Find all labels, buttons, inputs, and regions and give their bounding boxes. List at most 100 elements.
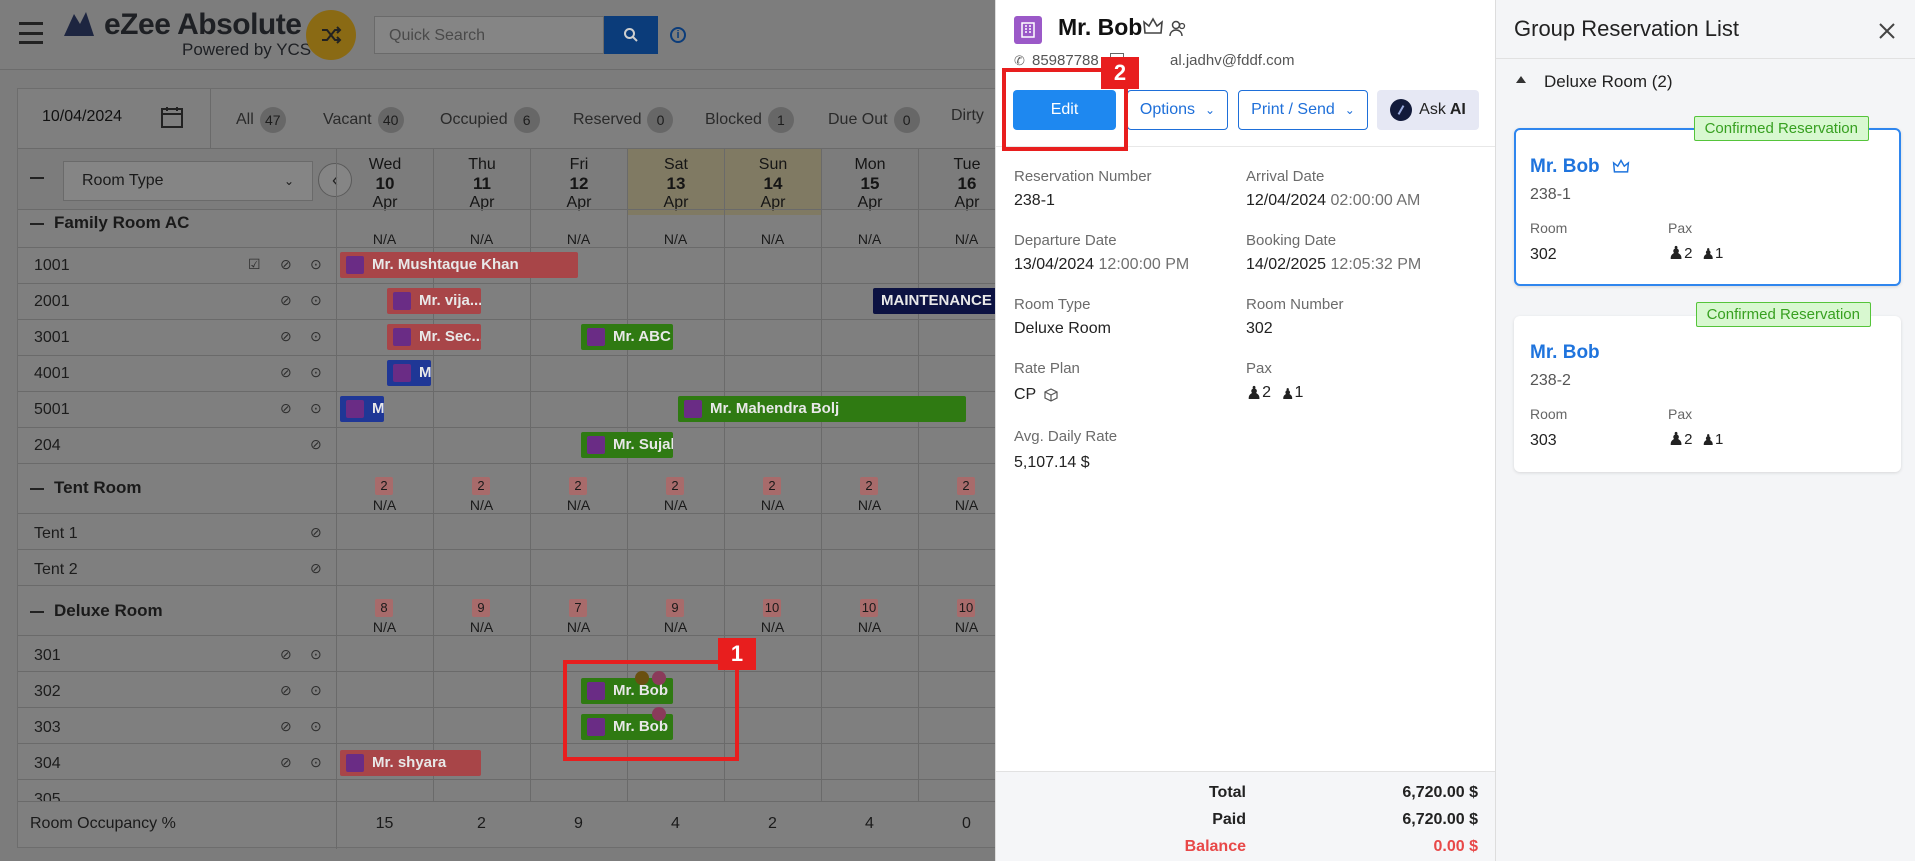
quick-search-input[interactable]: Quick Search [374, 16, 604, 54]
no-disturb-icon[interactable]: ⊘ [280, 718, 292, 735]
room-301[interactable]: 301 [34, 647, 61, 665]
date-display[interactable]: 10/04/2024 [42, 108, 122, 126]
booking-bar[interactable]: Mr. ABC [581, 324, 673, 350]
room-type-select[interactable]: Room Type ⌄ [63, 161, 313, 201]
booking-bar[interactable]: Mr. shyara [340, 750, 481, 776]
filter-due-out[interactable]: Due Out 0 [828, 107, 920, 133]
annotation-number-2: 2 [1101, 57, 1139, 89]
group-reservation-card[interactable]: Confirmed Reservation Mr. Bob 238-1 Room… [1514, 116, 1901, 286]
collapse-group-icon[interactable] [30, 488, 44, 490]
no-disturb-icon[interactable]: ⊘ [310, 560, 322, 577]
booking-bar[interactable]: Mr. Sec... [387, 324, 481, 350]
filter-all[interactable]: All 47 [236, 107, 286, 133]
housekeeping-icon[interactable]: ⊙ [310, 328, 322, 345]
filter-count: 0 [647, 107, 674, 133]
booking-bar[interactable]: Mr. Mahendra Bolj [678, 396, 966, 422]
room-305[interactable]: 305 [34, 791, 61, 801]
housekeeping-icon[interactable]: ⊙ [310, 292, 322, 309]
caret-up-icon[interactable] [1516, 76, 1526, 83]
booking-bar[interactable]: Mr. Mushtaque Khan [340, 252, 578, 278]
no-disturb-icon[interactable]: ⊘ [280, 682, 292, 699]
room-3001[interactable]: 3001 [34, 329, 70, 347]
checklist-icon[interactable]: ☑ [248, 256, 261, 273]
no-disturb-icon[interactable]: ⊘ [280, 754, 292, 771]
room-1001[interactable]: 1001 [34, 257, 70, 275]
search-icon[interactable] [604, 16, 658, 54]
maintenance-label: MAINTENANCE B [881, 292, 998, 309]
housekeeping-icon[interactable]: ⊙ [310, 718, 322, 735]
no-disturb-icon[interactable]: ⊘ [280, 646, 292, 663]
ai-icon [1390, 99, 1413, 121]
room-304[interactable]: 304 [34, 755, 61, 773]
filter-occupied[interactable]: Occupied 6 [440, 107, 540, 133]
card-guest-name[interactable]: Mr. Bob [1530, 156, 1600, 178]
availability-count: 10 [957, 599, 975, 617]
ask-label: Ask [1419, 101, 1446, 118]
room-303[interactable]: 303 [34, 719, 61, 737]
chevron-down-icon: ⌄ [1205, 103, 1216, 117]
availability-count: 2 [569, 477, 587, 495]
day-header: Sat 13 Apr [627, 149, 724, 215]
room-204[interactable]: 204 [34, 437, 61, 455]
filter-reserved[interactable]: Reserved 0 [573, 107, 674, 133]
adult-count: 2 [1262, 384, 1272, 401]
filter-blocked[interactable]: Blocked 1 [705, 107, 794, 133]
no-disturb-icon[interactable]: ⊘ [280, 328, 292, 345]
booking-bar[interactable]: M [387, 360, 431, 386]
reservation-number: 238-1 [1014, 192, 1055, 209]
calendar-icon[interactable] [160, 105, 184, 129]
filter-vacant[interactable]: Vacant 40 [323, 107, 404, 133]
no-disturb-icon[interactable]: ⊘ [280, 292, 292, 309]
filter-label: All [236, 111, 254, 128]
hamburger-menu-icon[interactable] [18, 22, 44, 44]
availability-na: N/A [760, 497, 785, 513]
housekeeping-icon[interactable]: ⊙ [310, 400, 322, 417]
room-302[interactable]: 302 [34, 683, 61, 701]
no-disturb-icon[interactable]: ⊘ [280, 400, 292, 417]
filter-count: 40 [377, 107, 404, 133]
collapse-group-icon[interactable] [30, 223, 44, 225]
maintenance-block[interactable]: MAINTENANCE B [873, 288, 998, 314]
rate-plan-label: Rate Plan [1014, 360, 1080, 377]
room-2001[interactable]: 2001 [34, 293, 70, 311]
room-number-label: Room Number [1246, 296, 1344, 313]
collapse-all-icon[interactable] [30, 177, 44, 179]
print-send-button[interactable]: Print / Send ⌄ [1238, 90, 1368, 130]
card-guest-name[interactable]: Mr. Bob [1530, 342, 1600, 364]
room-5001[interactable]: 5001 [34, 401, 70, 419]
housekeeping-icon[interactable]: ⊙ [310, 682, 322, 699]
filter-dirty[interactable]: Dirty [951, 107, 984, 125]
availability-count: 2 [860, 477, 878, 495]
guest-name: Mr. Bob [1058, 14, 1143, 40]
info-icon[interactable]: i [670, 27, 686, 43]
options-button[interactable]: Options ⌄ [1127, 90, 1228, 130]
group-section-title[interactable]: Deluxe Room (2) [1544, 72, 1673, 92]
group-reservation-card[interactable]: Confirmed Reservation Mr. Bob 238-2 Room… [1514, 302, 1901, 472]
arrival-date-value: 12/04/2024 [1246, 192, 1327, 209]
availability-na: N/A [372, 231, 397, 247]
status-badge: Confirmed Reservation [1695, 302, 1871, 327]
no-disturb-icon[interactable]: ⊘ [310, 436, 322, 453]
collapse-group-icon[interactable] [30, 611, 44, 613]
filter-label: Vacant [323, 111, 372, 128]
group-deluxe-room: Deluxe Room [54, 601, 163, 620]
housekeeping-icon[interactable]: ⊙ [310, 256, 322, 273]
housekeeping-icon[interactable]: ⊙ [310, 754, 322, 771]
booking-bar[interactable]: M [340, 396, 384, 422]
room-4001[interactable]: 4001 [34, 365, 70, 383]
housekeeping-icon[interactable]: ⊙ [310, 364, 322, 381]
room-tent-1[interactable]: Tent 1 [34, 525, 78, 543]
room-tent-2[interactable]: Tent 2 [34, 561, 78, 579]
print-send-label: Print / Send [1251, 101, 1335, 118]
child-icon: ♟ [1701, 432, 1715, 449]
shuffle-icon[interactable] [306, 10, 356, 60]
no-disturb-icon[interactable]: ⊘ [280, 256, 292, 273]
ask-ai-button[interactable]: Ask AI [1377, 90, 1479, 130]
housekeeping-icon[interactable]: ⊙ [310, 646, 322, 663]
booking-bar[interactable]: Mr. vija... [387, 288, 481, 314]
booking-bar[interactable]: Mr. Sujal [581, 432, 673, 458]
close-icon[interactable] [1878, 22, 1896, 45]
no-disturb-icon[interactable]: ⊘ [280, 364, 292, 381]
room-type-select-value: Room Type [82, 172, 164, 189]
no-disturb-icon[interactable]: ⊘ [310, 524, 322, 541]
